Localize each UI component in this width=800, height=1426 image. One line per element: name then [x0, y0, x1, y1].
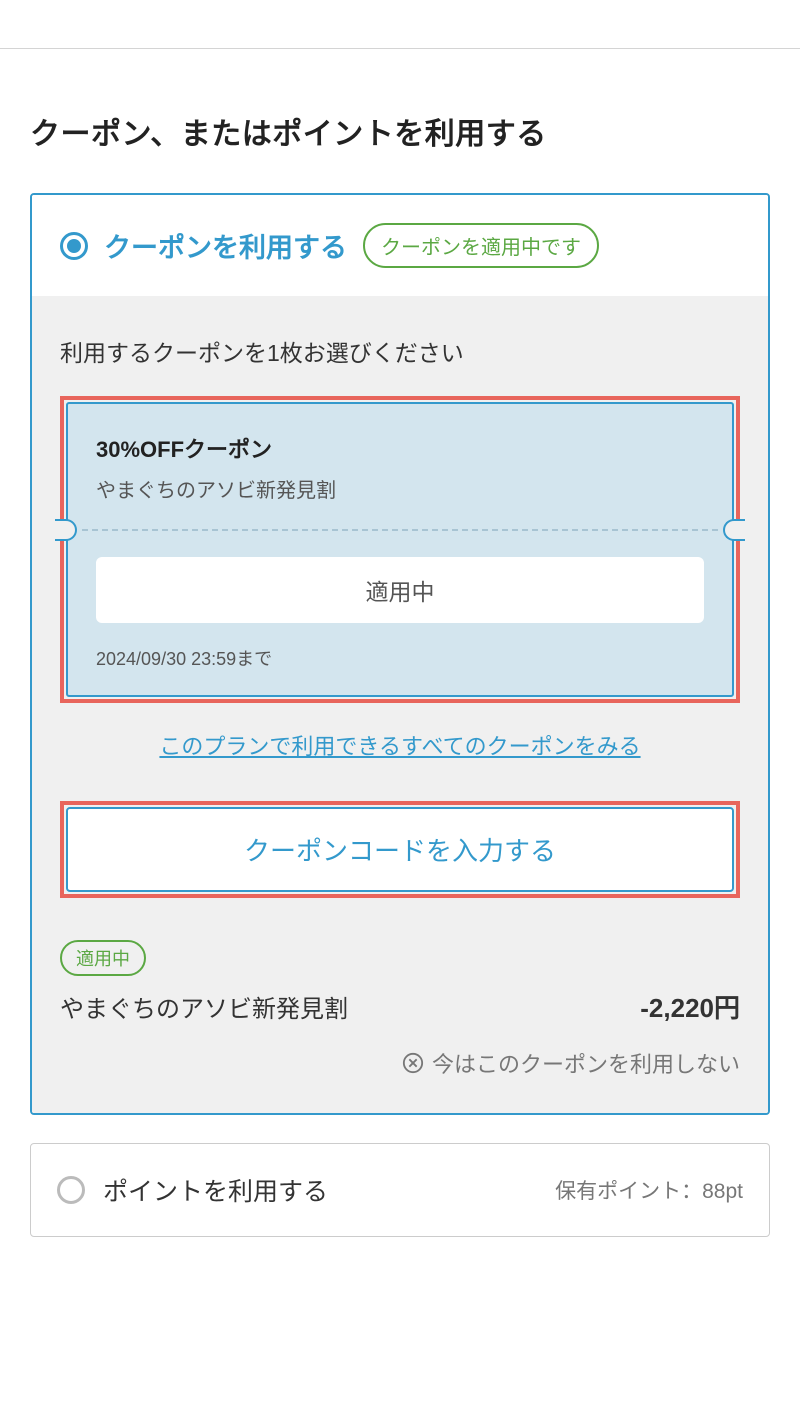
- coupon-ticket-divider: [82, 529, 718, 531]
- discount-applied-tag: 適用中: [60, 940, 146, 976]
- coupon-section-header[interactable]: クーポンを利用する クーポンを適用中です: [32, 195, 768, 296]
- view-all-coupons-link-wrapper: このプランで利用できるすべてのクーポンをみる: [60, 729, 740, 761]
- coupon-instruction: 利用するクーポンを1枚お選びください: [60, 334, 740, 368]
- coupon-name: 30%OFFクーポン: [96, 432, 704, 464]
- discount-row: やまぐちのアソビ新発見割 -2,220円: [60, 988, 740, 1025]
- remove-coupon-link[interactable]: 今はこのクーポンを利用しない: [60, 1047, 740, 1079]
- view-all-coupons-link[interactable]: このプランで利用できるすべてのクーポンをみる: [159, 734, 640, 759]
- discount-name: やまぐちのアソビ新発見割: [60, 989, 348, 1024]
- coupon-section-title: クーポンを利用する: [104, 226, 347, 265]
- coupon-subtitle: やまぐちのアソビ新発見割: [96, 474, 704, 503]
- page-title: クーポン、またはポイントを利用する: [30, 109, 770, 153]
- discount-amount: -2,220円: [640, 988, 740, 1025]
- coupon-applied-badge: クーポンを適用中です: [363, 223, 599, 268]
- radio-selected-icon: [60, 232, 88, 260]
- coupon-section-body: 利用するクーポンを1枚お選びください 30%OFFクーポン やまぐちのアソビ新発…: [32, 296, 768, 1113]
- remove-coupon-label: 今はこのクーポンを利用しない: [432, 1047, 740, 1079]
- points-section-title: ポイントを利用する: [103, 1172, 328, 1208]
- coupon-expiry: 2024/09/30 23:59まで: [96, 645, 704, 671]
- coupon-code-input-button[interactable]: クーポンコードを入力する: [66, 807, 734, 892]
- coupon-code-highlight: クーポンコードを入力する: [60, 801, 740, 898]
- top-divider: [0, 48, 800, 49]
- coupon-card-highlight: 30%OFFクーポン やまぐちのアソビ新発見割 適用中 2024/09/30 2…: [60, 396, 740, 703]
- points-section[interactable]: ポイントを利用する 保有ポイント：88pt: [30, 1143, 770, 1237]
- points-balance: 保有ポイント：88pt: [555, 1175, 743, 1205]
- coupon-card[interactable]: 30%OFFクーポン やまぐちのアソビ新発見割 適用中 2024/09/30 2…: [66, 402, 734, 697]
- coupon-section: クーポンを利用する クーポンを適用中です 利用するクーポンを1枚お選びください …: [30, 193, 770, 1115]
- close-circle-icon: [402, 1052, 424, 1074]
- radio-unselected-icon: [57, 1176, 85, 1204]
- coupon-applied-button[interactable]: 適用中: [96, 557, 704, 623]
